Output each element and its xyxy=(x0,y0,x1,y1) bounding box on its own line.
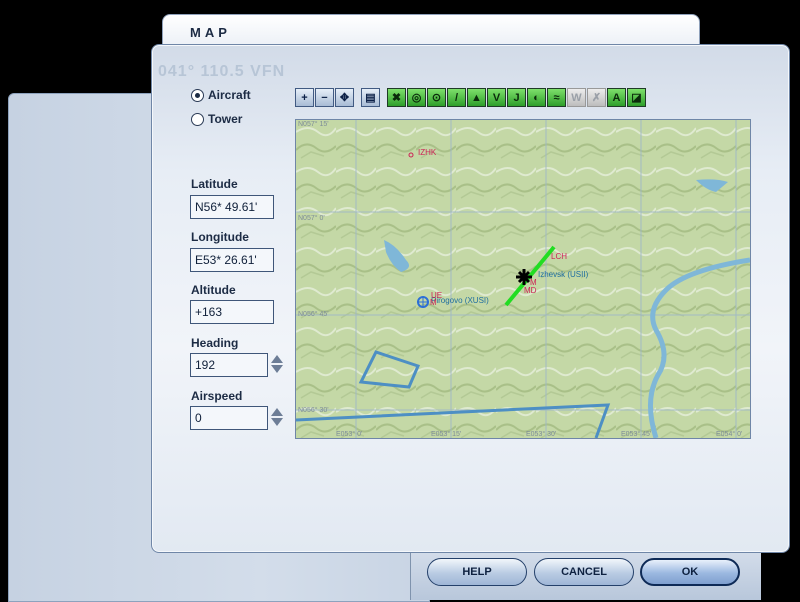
grid-lat-3: N056° 45' xyxy=(298,310,329,318)
heading-label: Heading xyxy=(191,336,239,350)
longitude-label: Longitude xyxy=(191,230,249,244)
label-md: MD xyxy=(524,286,537,295)
airspeed-field[interactable] xyxy=(190,406,268,430)
disabled-icon[interactable]: ✗ xyxy=(587,88,606,107)
show-ndb-icon[interactable]: ⊙ xyxy=(427,88,446,107)
show-intersections-icon[interactable]: ▲ xyxy=(467,88,486,107)
airspeed-stepper[interactable] xyxy=(271,406,283,430)
show-jet-airways-icon[interactable]: J xyxy=(507,88,526,107)
radio-aircraft[interactable]: Aircraft xyxy=(191,88,251,102)
latitude-field[interactable] xyxy=(190,195,274,219)
window-title: MAP xyxy=(190,25,231,40)
label-izhevsk: Izhevsk (USII) xyxy=(538,270,589,279)
show-terrain-icon[interactable]: ◪ xyxy=(627,88,646,107)
altitude-field[interactable] xyxy=(190,300,274,324)
label-lch: LCH xyxy=(551,252,567,261)
airspeed-label: Airspeed xyxy=(191,389,243,403)
cancel-button[interactable]: CANCEL xyxy=(534,558,634,586)
airport-marker-pirogovo xyxy=(417,296,429,308)
zoom-in-icon[interactable]: + xyxy=(295,88,314,107)
map-toolbar: + − ✥ ▤ ✖ ◎ ⊙ / ▲ V J ◐ ≈ W ✗ A ◪ xyxy=(295,88,646,109)
radio-aircraft-indicator[interactable] xyxy=(191,88,204,102)
show-route-icon[interactable]: ≈ xyxy=(547,88,566,107)
grid-lon-5: E054° 0' xyxy=(716,430,742,438)
longitude-field[interactable] xyxy=(190,248,274,272)
altitude-label: Altitude xyxy=(191,283,236,297)
center-aircraft-icon[interactable]: ✥ xyxy=(335,88,354,107)
label-izhk: IZHK xyxy=(418,148,437,157)
help-button[interactable]: HELP xyxy=(427,558,527,586)
latitude-label: Latitude xyxy=(191,177,238,191)
heading-increment-icon[interactable] xyxy=(271,355,283,363)
toolbar-separator xyxy=(355,88,360,109)
grid-lon-4: E053° 45' xyxy=(621,430,651,438)
label-m2: M xyxy=(430,298,437,307)
radio-tower-indicator[interactable] xyxy=(191,112,204,126)
show-labels-icon[interactable]: A xyxy=(607,88,626,107)
map-canvas[interactable]: IZHK Izhevsk (USII) Pirogovo (XUSI) LCH … xyxy=(296,120,750,438)
map-view[interactable]: IZHK Izhevsk (USII) Pirogovo (XUSI) LCH … xyxy=(295,119,751,439)
grid-lat-4: N056° 30' xyxy=(298,406,329,414)
document-icon[interactable]: ▤ xyxy=(361,88,380,107)
ok-button[interactable]: OK xyxy=(640,558,740,586)
background-watermark-text: 041° 110.5 VFN xyxy=(158,63,286,80)
show-compass-icon[interactable]: ◐ xyxy=(527,88,546,107)
heading-stepper[interactable] xyxy=(271,353,283,377)
zoom-out-icon[interactable]: − xyxy=(315,88,334,107)
radio-tower[interactable]: Tower xyxy=(191,112,242,126)
airspeed-decrement-icon[interactable] xyxy=(271,418,283,426)
grid-lon-1: E053° 0' xyxy=(336,430,362,438)
grid-lat-1: N057° 15' xyxy=(298,120,329,128)
toolbar-separator xyxy=(381,88,386,109)
show-victor-airways-icon[interactable]: V xyxy=(487,88,506,107)
grid-lat-2: N057° 0' xyxy=(298,214,325,222)
radio-tower-label: Tower xyxy=(208,112,243,126)
grid-lon-2: E053° 15' xyxy=(431,430,461,438)
show-airports-icon[interactable]: ✖ xyxy=(387,88,406,107)
show-weather-icon[interactable]: W xyxy=(567,88,586,107)
radio-aircraft-label: Aircraft xyxy=(208,88,251,102)
grid-lon-3: E053° 30' xyxy=(526,430,556,438)
show-vor-icon[interactable]: ◎ xyxy=(407,88,426,107)
show-ils-icon[interactable]: / xyxy=(447,88,466,107)
heading-decrement-icon[interactable] xyxy=(271,365,283,373)
airspeed-increment-icon[interactable] xyxy=(271,408,283,416)
heading-field[interactable] xyxy=(190,353,268,377)
